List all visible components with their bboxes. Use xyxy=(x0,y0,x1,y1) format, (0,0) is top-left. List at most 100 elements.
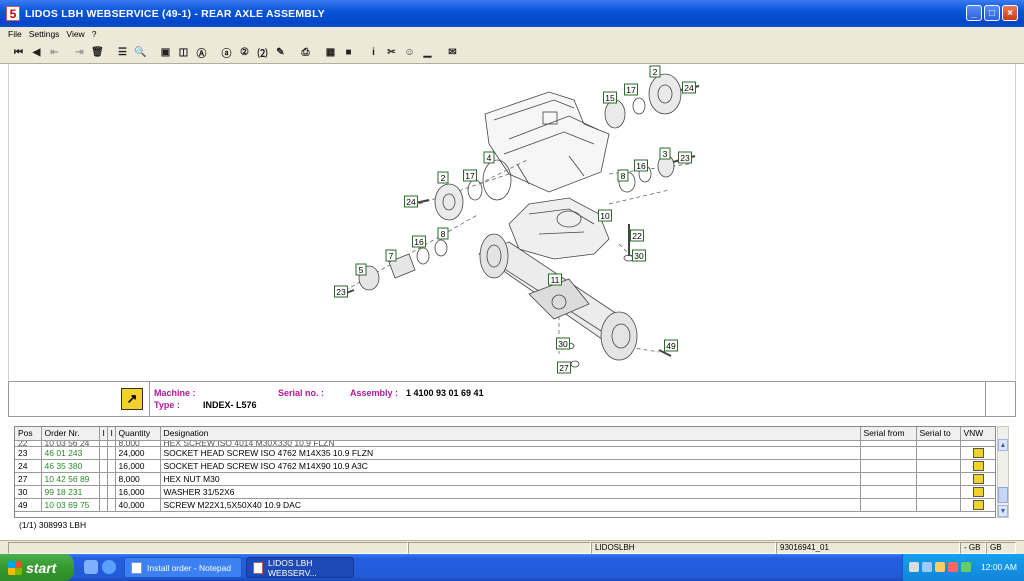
cell-order[interactable]: 10 42 56 89 xyxy=(41,472,100,486)
mask-icon[interactable]: ☺ xyxy=(401,44,418,61)
table-row[interactable]: 30 99 18 231 16,000 WASHER 31/52X6 xyxy=(15,485,995,499)
callout-23[interactable]: 23 xyxy=(334,285,348,298)
col-flag-2[interactable]: I xyxy=(107,427,116,441)
vnw-icon[interactable] xyxy=(973,473,984,484)
cell-order[interactable]: 46 01 243 xyxy=(41,446,100,460)
callout-15[interactable]: 15 xyxy=(603,91,617,104)
callout-4[interactable]: 4 xyxy=(483,151,495,164)
cell-order[interactable]: 10 03 69 75 xyxy=(41,498,100,512)
quicklaunch-browser-icon[interactable] xyxy=(102,560,116,574)
parts-list-icon[interactable]: ↗ xyxy=(121,388,143,410)
col-serial-to[interactable]: Serial to xyxy=(916,427,961,441)
tray-network-icon[interactable] xyxy=(909,562,919,572)
zoom-icon[interactable]: 🔍 xyxy=(132,44,149,61)
vnw-icon[interactable] xyxy=(973,447,984,458)
cell-vnw[interactable] xyxy=(960,472,995,486)
callout-3[interactable]: 3 xyxy=(659,147,671,160)
cell-vnw[interactable] xyxy=(960,459,995,473)
callout-24[interactable]: 24 xyxy=(682,81,696,94)
table-row[interactable]: 24 46 35 380 16,000 SOCKET HEAD SCREW ISO 4… xyxy=(15,459,995,473)
col-order-nr[interactable]: Order Nr. xyxy=(41,427,100,441)
callout-49[interactable]: 49 xyxy=(664,339,678,352)
callout-2[interactable]: 2 xyxy=(649,65,661,78)
find-2-next-icon[interactable]: ⑵ xyxy=(254,44,271,61)
col-flag-1[interactable]: I xyxy=(99,427,108,441)
col-quantity[interactable]: Quantity xyxy=(115,427,161,441)
col-designation[interactable]: Designation xyxy=(160,427,861,441)
vnw-icon[interactable] xyxy=(973,486,984,497)
table-row[interactable]: 49 10 03 69 75 40,000 SCREW M22X1,5X50X40 1… xyxy=(15,498,995,512)
callout-30[interactable]: 30 xyxy=(556,337,570,350)
callout-8[interactable]: 8 xyxy=(437,227,449,240)
tray-alert-icon[interactable] xyxy=(948,562,958,572)
menu-file[interactable]: File xyxy=(8,29,22,39)
mail-icon[interactable]: ✉ xyxy=(444,44,461,61)
table-row[interactable]: 23 46 01 243 24,000 SOCKET HEAD SCREW ISO 4… xyxy=(15,446,995,460)
find-2-icon[interactable]: ② xyxy=(236,44,253,61)
first-page-icon[interactable]: ⏮ xyxy=(10,44,27,61)
scroll-thumb[interactable] xyxy=(998,487,1008,503)
callout-22[interactable]: 22 xyxy=(630,229,644,242)
tray-display-icon[interactable] xyxy=(922,562,932,572)
cell-vnw[interactable] xyxy=(960,446,995,460)
callout-16[interactable]: 16 xyxy=(412,235,426,248)
callout-27[interactable]: 27 xyxy=(557,361,571,374)
grid-view-icon[interactable]: ■ xyxy=(340,44,357,61)
quicklaunch-desktop-icon[interactable] xyxy=(84,560,98,574)
table-scrollbar[interactable]: ▲ ▼ xyxy=(997,426,1009,518)
find-a-icon[interactable]: Ⓐ xyxy=(193,44,210,61)
col-pos[interactable]: Pos xyxy=(15,427,42,441)
cell-vnw[interactable] xyxy=(960,498,995,512)
tray-shield-icon[interactable] xyxy=(961,562,971,572)
order-list-icon[interactable]: ☰ xyxy=(114,44,131,61)
clock[interactable]: 12:00 AM xyxy=(981,562,1017,572)
forward-disabled-icon[interactable]: ⇥ xyxy=(71,44,88,61)
cell-order[interactable]: 46 35 380 xyxy=(41,459,100,473)
scroll-up-button[interactable]: ▲ xyxy=(998,439,1008,451)
vnw-icon[interactable] xyxy=(973,499,984,510)
find-a-next-icon[interactable]: ⓐ xyxy=(218,44,235,61)
exploded-view-drawing[interactable]: 2 24 15 17 4 17 2 24 3 23 16 8 10 8 16 7 5 23 22 30 11 30 27 49 xyxy=(8,64,1016,380)
callout-8[interactable]: 8 xyxy=(617,169,629,182)
menu-help[interactable]: ? xyxy=(92,29,97,39)
tray-security-icon[interactable] xyxy=(935,562,945,572)
callout-2[interactable]: 2 xyxy=(437,171,449,184)
callout-23[interactable]: 23 xyxy=(678,151,692,164)
menu-settings[interactable]: Settings xyxy=(29,29,60,39)
info-icon[interactable]: i xyxy=(365,44,382,61)
vnw-icon[interactable] xyxy=(973,460,984,471)
table-view-icon[interactable]: ▦ xyxy=(322,44,339,61)
window-title-bar[interactable]: 5 LIDOS LBH WEBSERVICE (49-1) - REAR AXL… xyxy=(0,0,1024,27)
callout-16[interactable]: 16 xyxy=(634,159,648,172)
callout-30[interactable]: 30 xyxy=(632,249,646,262)
callout-5[interactable]: 5 xyxy=(355,263,367,276)
col-serial-from[interactable]: Serial from xyxy=(860,427,917,441)
menu-view[interactable]: View xyxy=(66,29,84,39)
callout-7[interactable]: 7 xyxy=(385,249,397,262)
callout-17[interactable]: 17 xyxy=(624,83,638,96)
task-lidos[interactable]: LIDOS LBH WEBSERV... xyxy=(246,557,354,578)
callout-24[interactable]: 24 xyxy=(404,195,418,208)
back-disabled-icon[interactable]: ⇤ xyxy=(46,44,63,61)
start-button[interactable]: start xyxy=(0,554,74,581)
cart-icon[interactable]: 🗑 xyxy=(89,44,106,61)
table-row[interactable]: 27 10 42 56 89 8,000 HEX NUT M30 xyxy=(15,472,995,486)
maximize-button[interactable]: □ xyxy=(984,5,1000,21)
col-vnw[interactable]: VNW xyxy=(960,427,995,441)
page-fit-icon[interactable]: ◫ xyxy=(175,44,192,61)
callout-17[interactable]: 17 xyxy=(463,169,477,182)
minimize-button[interactable]: _ xyxy=(966,5,982,21)
previous-page-icon[interactable]: ◀ xyxy=(28,44,45,61)
callout-11[interactable]: 11 xyxy=(548,273,562,286)
page-icon[interactable]: ▣ xyxy=(157,44,174,61)
task-notepad[interactable]: Install order - Notepad xyxy=(124,557,242,578)
tools-icon[interactable]: ✂ xyxy=(383,44,400,61)
edit-note-icon[interactable]: ✎ xyxy=(272,44,289,61)
chart-icon[interactable]: ▁ xyxy=(419,44,436,61)
cell-order[interactable]: 99 18 231 xyxy=(41,485,100,499)
print-icon[interactable]: ⎙ xyxy=(297,44,314,61)
callout-10[interactable]: 10 xyxy=(598,209,612,222)
scroll-down-button[interactable]: ▼ xyxy=(998,505,1008,517)
close-button[interactable]: × xyxy=(1002,5,1018,21)
cell-vnw[interactable] xyxy=(960,485,995,499)
